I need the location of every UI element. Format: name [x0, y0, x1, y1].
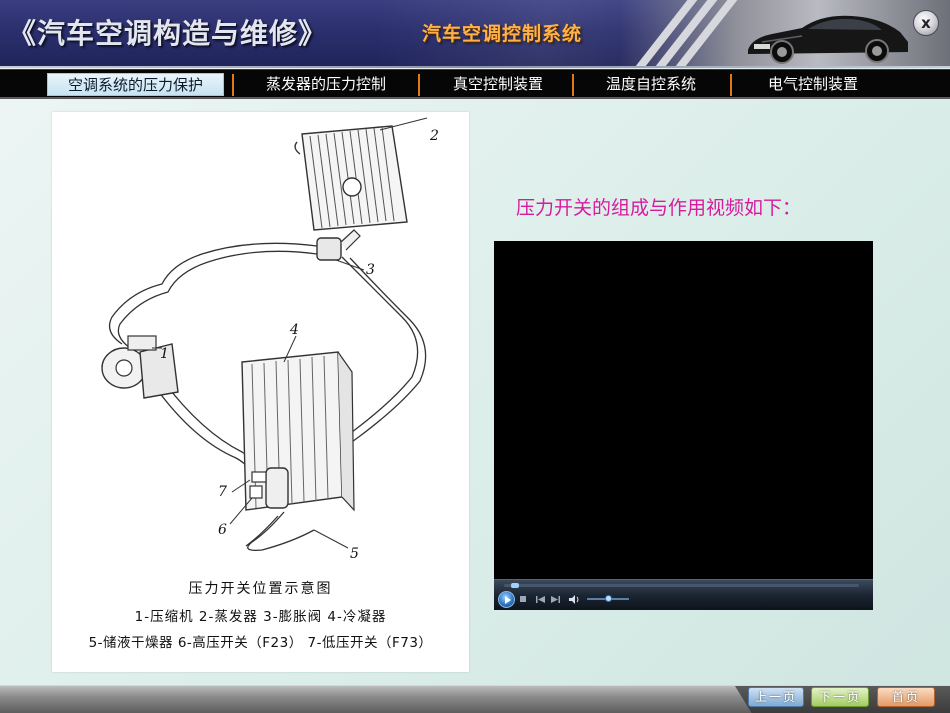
figure-caption-legend-2: 5-储液干燥器 6-高压开关（F23） 7-低压开关（F73）	[88, 635, 433, 651]
tab-bar: 空调系统的压力保护 蒸发器的压力控制 真空控制装置 温度自控系统 电气控制装置	[0, 69, 950, 99]
header-banner: 《汽车空调构造与维修》 汽车空调控制系统 x	[0, 0, 950, 68]
callout-2: 2	[429, 128, 439, 144]
tab-evaporator-pressure[interactable]: 蒸发器的压力控制	[248, 73, 404, 96]
car-icon	[748, 15, 908, 64]
footer-bar	[0, 685, 950, 713]
previous-icon[interactable]	[536, 595, 545, 604]
callout-4: 4	[289, 322, 299, 338]
callout-7: 7	[218, 484, 227, 500]
video-controls	[494, 579, 873, 610]
figure-panel: 1 2 3 4 5 6 7 压力开关位置示意图 1-压缩机 2-蒸发器 3-膨胀…	[52, 112, 469, 672]
tab-pressure-protection[interactable]: 空调系统的压力保护	[47, 73, 224, 96]
video-player[interactable]	[494, 241, 873, 610]
close-icon: x	[921, 13, 931, 32]
stop-icon[interactable]	[520, 596, 526, 602]
volume-icon[interactable]	[569, 595, 580, 604]
callout-5: 5	[350, 546, 359, 562]
video-caption: 压力开关的组成与作用视频如下：	[516, 197, 802, 219]
book-title: 《汽车空调构造与维修》	[8, 17, 328, 50]
volume-thumb[interactable]	[605, 595, 612, 602]
pressure-switch-diagram: 1 2 3 4 5 6 7	[101, 117, 439, 562]
tab-electrical-control[interactable]: 电气控制装置	[752, 73, 874, 96]
figure-caption-legend-1: 1-压缩机 2-蒸发器 3-膨胀阀 4-冷凝器	[134, 609, 387, 625]
prev-page-button[interactable]: 上一页	[748, 687, 804, 707]
seek-thumb[interactable]	[511, 583, 520, 588]
close-button[interactable]: x	[913, 10, 939, 36]
video-screen[interactable]	[494, 241, 873, 579]
header-divider	[0, 66, 950, 68]
callout-6: 6	[218, 522, 227, 538]
condenser-drawing	[241, 335, 355, 512]
tab-separator	[572, 74, 574, 96]
expansion-valve-drawing	[316, 229, 365, 271]
next-page-button[interactable]: 下一页	[811, 687, 869, 707]
tab-separator	[730, 74, 732, 96]
figure-caption-title: 压力开关位置示意图	[188, 581, 333, 597]
seek-bar[interactable]	[504, 584, 859, 587]
tab-separator	[418, 74, 420, 96]
callout-1: 1	[160, 346, 169, 362]
home-button[interactable]: 首页	[877, 687, 935, 707]
callout-3: 3	[366, 262, 375, 278]
tab-temperature-control[interactable]: 温度自控系统	[590, 73, 712, 96]
tab-separator	[232, 74, 234, 96]
chapter-title: 汽车空调控制系统	[422, 23, 583, 45]
evaporator-drawing	[294, 117, 428, 231]
play-button[interactable]	[498, 591, 515, 608]
tab-vacuum-control[interactable]: 真空控制装置	[437, 73, 559, 96]
next-icon[interactable]	[551, 595, 560, 604]
